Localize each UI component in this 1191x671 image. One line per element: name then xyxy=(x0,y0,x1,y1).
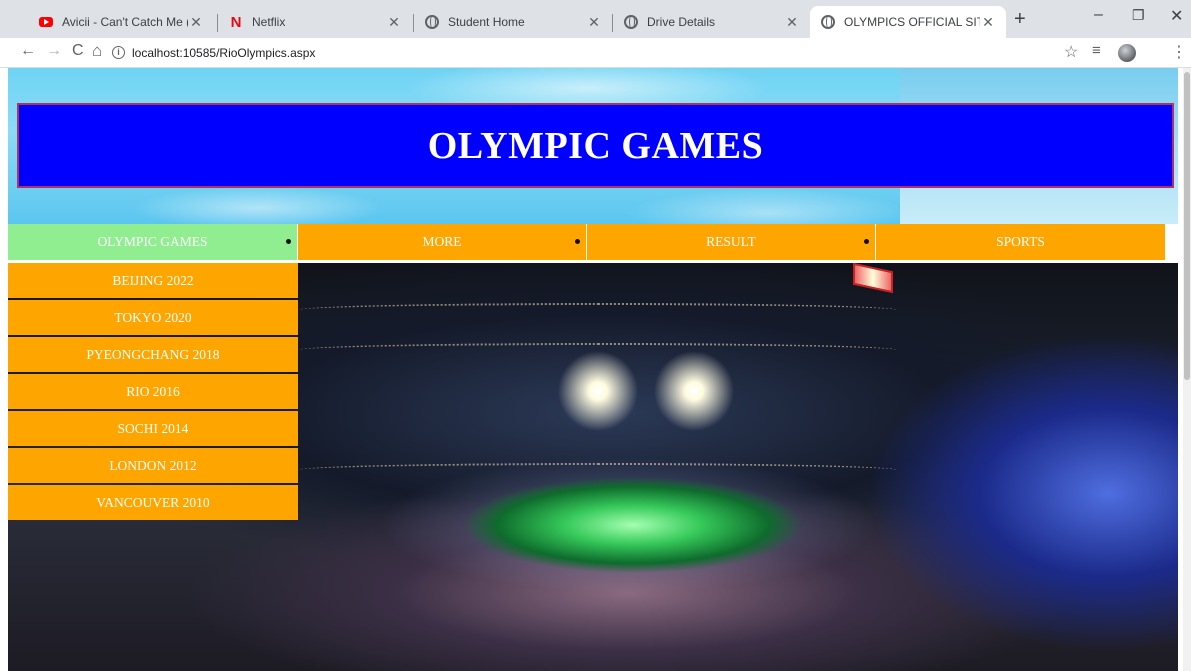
browser-tab[interactable]: Avicii - Can't Catch Me (Lyric V ✕ xyxy=(28,6,214,38)
close-window-icon[interactable]: ✕ xyxy=(1170,6,1183,26)
menu-item-label: OLYMPIC GAMES xyxy=(97,234,208,249)
page-viewport: OLYMPIC GAMES OLYMPIC GAMES MORE RESULT … xyxy=(0,68,1191,671)
submenu-item-vancouver-2010[interactable]: VANCOUVER 2010 xyxy=(8,485,298,520)
reload-icon[interactable]: C xyxy=(72,42,84,60)
bookmark-star-icon[interactable]: ☆ xyxy=(1064,42,1078,62)
submenu-indicator-icon xyxy=(864,239,869,244)
browser-tab-strip: Avicii - Can't Catch Me (Lyric V ✕ N Net… xyxy=(0,0,1191,38)
browser-tab[interactable]: Student Home ✕ xyxy=(414,6,612,38)
forward-icon[interactable]: → xyxy=(46,42,62,60)
globe-icon xyxy=(424,14,440,30)
reading-list-icon[interactable]: ≡ xyxy=(1092,42,1101,59)
menu-item-label: MORE xyxy=(422,234,462,249)
close-tab-icon[interactable]: ✕ xyxy=(188,14,204,31)
netflix-icon: N xyxy=(230,13,242,31)
menu-item-olympic-games[interactable]: OLYMPIC GAMES xyxy=(8,224,297,260)
tab-title: Student Home xyxy=(448,15,525,29)
close-tab-icon[interactable]: ✕ xyxy=(784,14,800,31)
menu-item-sports[interactable]: SPORTS xyxy=(876,224,1165,260)
close-tab-icon[interactable]: ✕ xyxy=(980,14,996,31)
new-tab-icon[interactable]: + xyxy=(1014,8,1026,31)
minimize-icon[interactable]: – xyxy=(1094,6,1103,24)
home-icon[interactable]: ⌂ xyxy=(92,41,102,61)
submenu-item-pyeongchang-2018[interactable]: PYEONGCHANG 2018 xyxy=(8,337,298,372)
tab-title: OLYMPICS OFFICIAL SITE xyxy=(844,15,980,29)
menu-item-label: RESULT xyxy=(706,234,756,249)
globe-icon xyxy=(623,14,639,30)
restore-icon[interactable]: ❐ xyxy=(1132,7,1145,24)
submenu-item-sochi-2014[interactable]: SOCHI 2014 xyxy=(8,411,298,446)
back-icon[interactable]: ← xyxy=(20,42,36,60)
close-tab-icon[interactable]: ✕ xyxy=(586,14,602,31)
address-bar[interactable]: localhost:10585/RioOlympics.aspx xyxy=(132,46,315,60)
browser-tab[interactable]: Drive Details ✕ xyxy=(613,6,810,38)
olympic-games-submenu: BEIJING 2022 TOKYO 2020 PYEONGCHANG 2018… xyxy=(8,263,298,522)
browser-toolbar: ← → C ⌂ i localhost:10585/RioOlympics.as… xyxy=(0,38,1191,68)
tab-title: Drive Details xyxy=(647,15,716,29)
close-tab-icon[interactable]: ✕ xyxy=(386,14,402,31)
main-menu: OLYMPIC GAMES MORE RESULT SPORTS xyxy=(8,224,1168,260)
browser-tab-active[interactable]: OLYMPICS OFFICIAL SITE ✕ xyxy=(810,6,1006,38)
submenu-item-rio-2016[interactable]: RIO 2016 xyxy=(8,374,298,409)
browser-tab[interactable]: N Netflix ✕ xyxy=(218,6,412,38)
submenu-item-tokyo-2020[interactable]: TOKYO 2020 xyxy=(8,300,298,335)
page-scrollbar[interactable] xyxy=(1183,68,1191,671)
tab-title: Netflix xyxy=(252,15,286,29)
site-banner: OLYMPIC GAMES xyxy=(17,103,1174,188)
tab-title: Avicii - Can't Catch Me (Lyric V xyxy=(62,15,188,29)
more-menu-icon[interactable]: ⋮ xyxy=(1171,42,1187,62)
profile-avatar[interactable] xyxy=(1118,44,1136,62)
submenu-indicator-icon xyxy=(286,239,291,244)
submenu-item-london-2012[interactable]: LONDON 2012 xyxy=(8,448,298,483)
submenu-indicator-icon xyxy=(575,239,580,244)
youtube-icon xyxy=(38,14,54,30)
menu-item-label: SPORTS xyxy=(996,234,1045,249)
globe-icon xyxy=(820,14,836,30)
menu-item-more[interactable]: MORE xyxy=(298,224,586,260)
menu-item-result[interactable]: RESULT xyxy=(587,224,875,260)
banner-title: OLYMPIC GAMES xyxy=(427,124,764,167)
stadium-screen xyxy=(853,263,893,294)
submenu-item-beijing-2022[interactable]: BEIJING 2022 xyxy=(8,263,298,298)
info-icon[interactable]: i xyxy=(112,46,125,59)
